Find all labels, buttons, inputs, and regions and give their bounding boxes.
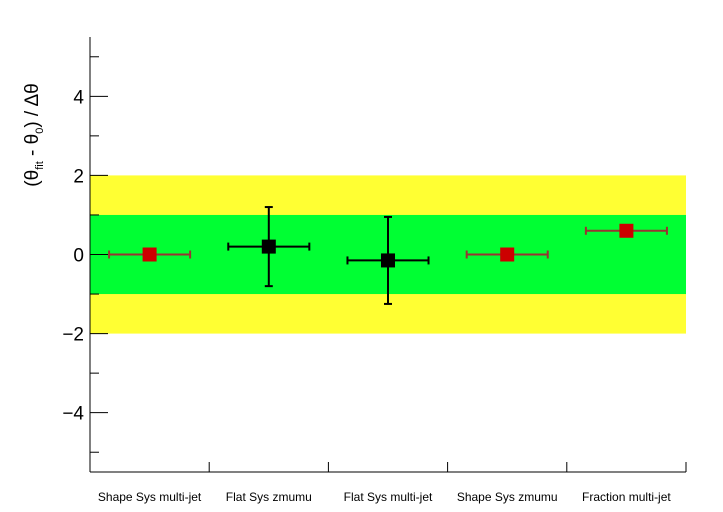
y-axis-title: (θfit - θ0) / Δθ [22, 83, 46, 186]
y-tick-label: 0 [73, 246, 84, 267]
pull-chart-svg: −4 −2 0 2 4 Shape Sys multi-jet Flat Sys zmumu… [22, 37, 687, 504]
y-tick-label: −2 [62, 325, 84, 346]
y-tick-label: 4 [73, 87, 84, 108]
data-point-marker [619, 223, 634, 238]
data-point-marker [500, 247, 515, 262]
y-tick-label: 2 [73, 166, 84, 187]
x-category-label: Shape Sys multi-jet [98, 490, 202, 504]
pull-plot: −4 −2 0 2 4 Shape Sys multi-jet Flat Sys zmumu… [0, 0, 723, 507]
data-point-marker [261, 239, 276, 254]
x-category-label: Flat Sys multi-jet [344, 490, 433, 504]
x-category-label: Flat Sys zmumu [226, 490, 312, 504]
data-point-marker [142, 247, 157, 262]
x-category-label: Shape Sys zmumu [457, 490, 558, 504]
data-point-marker [381, 253, 395, 268]
y-tick-label: −4 [62, 404, 84, 425]
x-category-label: Fraction multi-jet [582, 490, 671, 504]
